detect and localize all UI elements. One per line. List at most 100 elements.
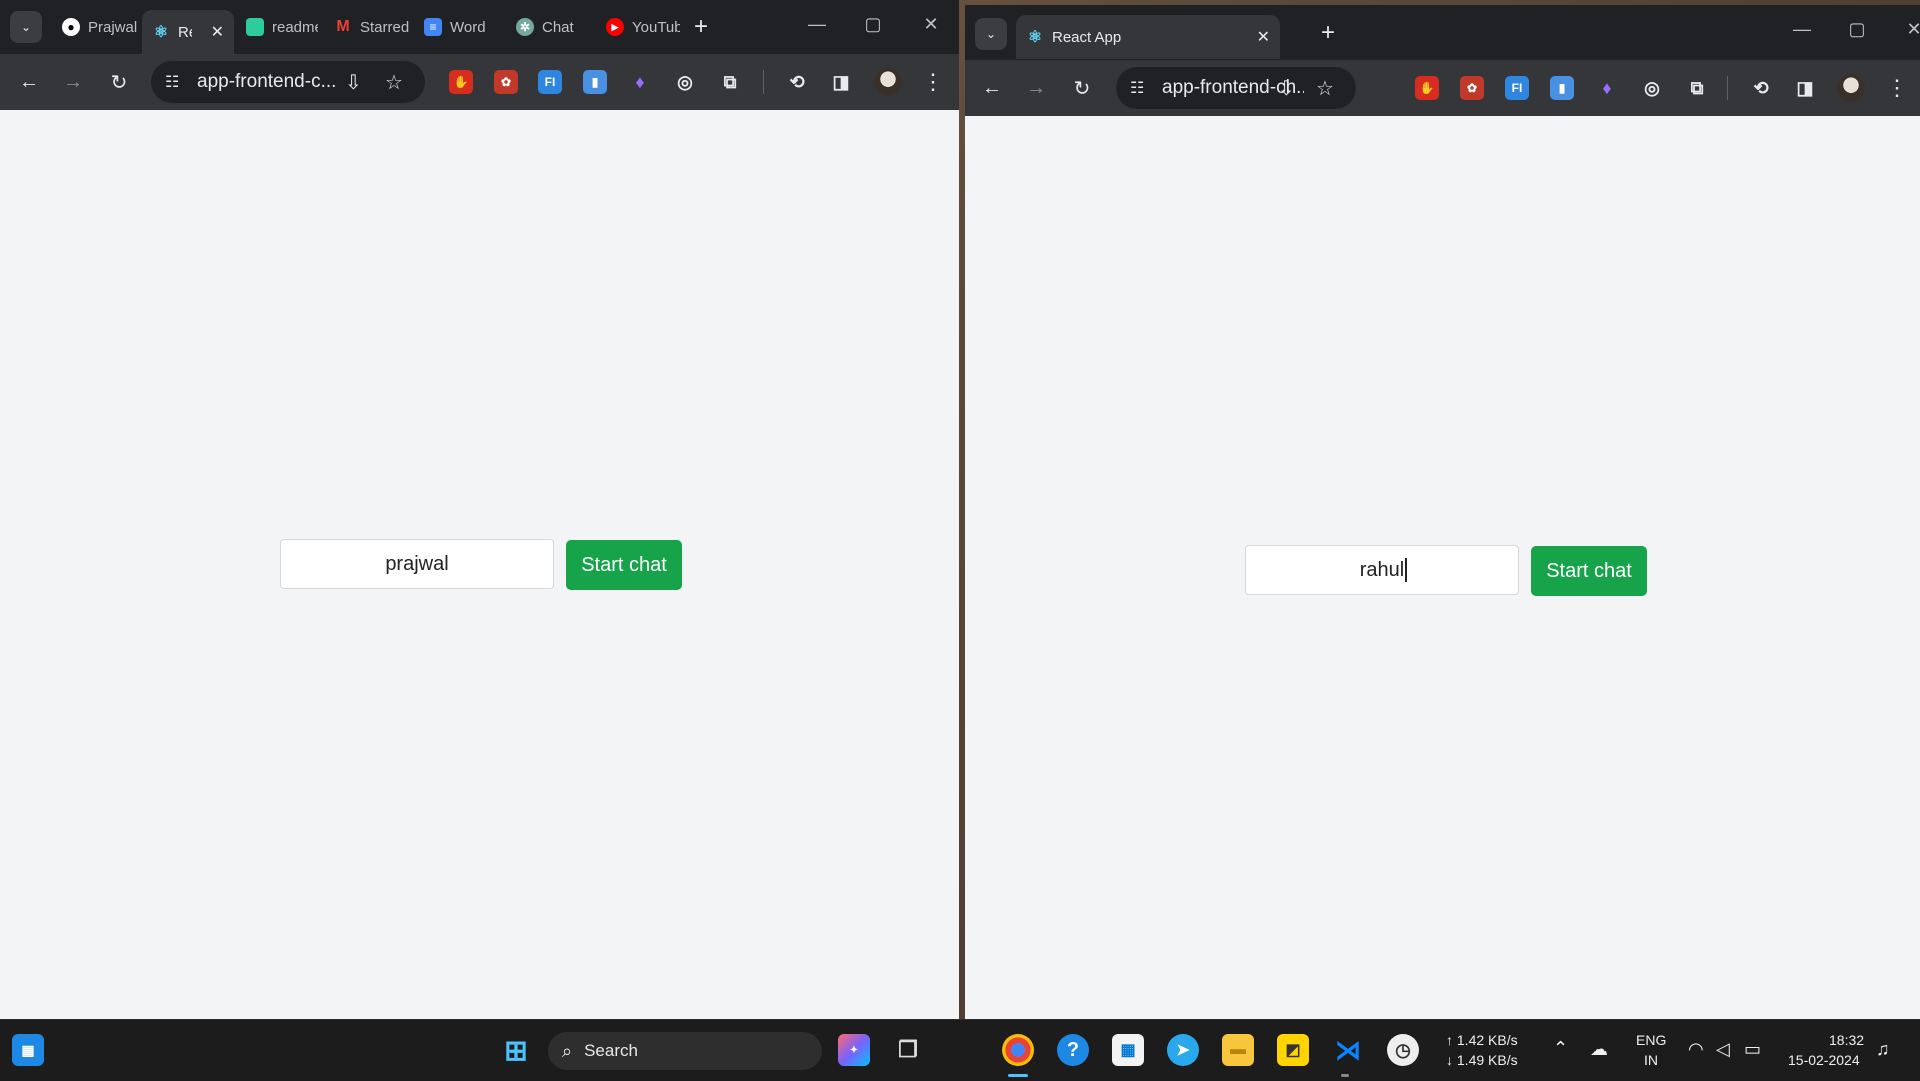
start-chat-button[interactable]: Start chat [1531, 546, 1647, 596]
forward-button[interactable]: → [60, 69, 86, 95]
extension-flame-icon[interactable]: ♦ [628, 70, 652, 94]
tab-label: readme [272, 18, 318, 36]
tab-chat[interactable]: ✲ Chat [506, 10, 590, 44]
taskbar-search-box[interactable]: ⌕ Search [548, 1032, 822, 1070]
github-icon: ● [62, 18, 80, 36]
chrome-icon[interactable] [1002, 1034, 1034, 1066]
tab-search-button[interactable]: ⌄ [975, 18, 1007, 50]
reload-button[interactable]: ↻ [1069, 75, 1095, 101]
battery-icon[interactable]: ▭ [1744, 1040, 1761, 1059]
site-info-icon[interactable]: ☷ [1130, 78, 1152, 98]
tab-react-app[interactable]: ⚛ React App ✕ [142, 10, 234, 54]
tab-youtube[interactable]: ▶ YouTube [596, 10, 680, 44]
extension-doc-icon[interactable]: ▮ [583, 70, 607, 94]
page-content: Start chat [0, 110, 959, 1019]
page-content: Start chat [965, 116, 1920, 1019]
notifications-bell-icon[interactable]: ♫ [1876, 1040, 1890, 1059]
react-icon: ⚛ [1027, 29, 1043, 46]
telegram-icon[interactable]: ➤ [1167, 1034, 1199, 1066]
tab-search-button[interactable]: ⌄ [10, 11, 42, 43]
network-upload-speed: ↑ 1.42 KB/s [1446, 1032, 1518, 1048]
profile-avatar[interactable] [1837, 74, 1865, 102]
tab-label: YouTube [632, 18, 680, 36]
browser-toolbar: ← → ↻ ☷ app-frontend-c... ⇩ ☆ ✋ ✿ FI ▮ ♦… [0, 54, 959, 110]
file-explorer-icon[interactable]: ▬ [1222, 1034, 1254, 1066]
language-indicator-bottom[interactable]: IN [1644, 1051, 1658, 1070]
search-icon: ⌕ [562, 1040, 573, 1061]
maximize-button[interactable]: ▢ [1837, 19, 1877, 40]
site-info-icon[interactable]: ☷ [165, 72, 187, 92]
browser-menu-icon[interactable]: ⋮ [1886, 75, 1908, 101]
help-icon[interactable]: ? [1057, 1034, 1089, 1066]
minimize-button[interactable]: — [1782, 19, 1822, 40]
sticky-notes-icon[interactable]: ◩ [1277, 1034, 1309, 1066]
back-button[interactable]: ← [16, 69, 42, 95]
side-panel-icon[interactable]: ◨ [1793, 76, 1817, 100]
back-button[interactable]: ← [979, 75, 1005, 101]
microsoft-store-icon[interactable]: ▦ [1112, 1034, 1144, 1066]
maximize-button[interactable]: ▢ [853, 14, 893, 35]
tab-strip: ⌄ ⚛ React App ✕ + — ▢ ✕ [965, 5, 1920, 59]
performance-icon[interactable]: ⟲ [785, 70, 809, 94]
close-window-button[interactable]: ✕ [1894, 19, 1920, 40]
start-chat-button[interactable]: Start chat [566, 540, 682, 590]
tab-gmail[interactable]: M Starred [324, 10, 410, 44]
profile-avatar[interactable] [874, 68, 902, 96]
new-tab-button[interactable]: + [694, 15, 708, 39]
address-bar[interactable]: ☷ app-frontend-c... ⇩ ☆ [151, 61, 425, 103]
start-windows-icon[interactable]: ⊞ [500, 1034, 532, 1066]
clock-time[interactable]: 18:32 [1829, 1031, 1864, 1050]
tab-readme[interactable]: readme [236, 10, 318, 44]
extensions-puzzle-icon[interactable]: ⧉ [1685, 76, 1709, 100]
bookmark-star-icon[interactable]: ☆ [1316, 76, 1334, 101]
tab-react-app[interactable]: ⚛ React App ✕ [1016, 15, 1280, 59]
browser-menu-icon[interactable]: ⋮ [922, 69, 944, 95]
docs-icon: ≡ [424, 18, 442, 36]
adblock-extension-icon[interactable]: ✋ [1415, 76, 1439, 100]
tab-docs[interactable]: ≡ Word [414, 10, 498, 44]
address-bar[interactable]: ☷ app-frontend-ch... ⇩ ☆ [1116, 67, 1356, 109]
copilot-icon[interactable]: ✦ [838, 1034, 870, 1066]
close-tab-icon[interactable]: ✕ [211, 22, 224, 42]
install-app-icon[interactable]: ⇩ [345, 70, 362, 95]
performance-icon[interactable]: ⟲ [1749, 76, 1773, 100]
extension-fi-icon[interactable]: FI [1505, 76, 1529, 100]
extension-target-icon[interactable]: ◎ [673, 70, 697, 94]
extension-fi-icon[interactable]: FI [538, 70, 562, 94]
clock-app-icon[interactable]: ◷ [1387, 1034, 1419, 1066]
volume-icon[interactable]: ◁ [1716, 1040, 1730, 1059]
clock-date[interactable]: 15-02-2024 [1788, 1051, 1860, 1070]
new-tab-button[interactable]: + [1321, 21, 1335, 45]
close-window-button[interactable]: ✕ [911, 14, 951, 35]
username-input[interactable] [280, 539, 554, 589]
forward-button[interactable]: → [1023, 75, 1049, 101]
install-app-icon[interactable]: ⇩ [1278, 76, 1295, 101]
task-view-icon[interactable]: ❐ [892, 1034, 924, 1066]
bookmark-star-icon[interactable]: ☆ [385, 70, 403, 95]
active-app-indicator [1008, 1074, 1028, 1077]
youtube-icon: ▶ [606, 18, 624, 36]
toolbar-divider [1727, 76, 1728, 100]
username-input[interactable] [1245, 545, 1519, 595]
close-tab-icon[interactable]: ✕ [1257, 27, 1270, 47]
onedrive-icon[interactable]: ☁ [1590, 1040, 1608, 1059]
tab-github[interactable]: ● Prajwal [52, 10, 144, 44]
vscode-icon[interactable]: ⋊ [1332, 1034, 1364, 1066]
browser-window-right: ⌄ ⚛ React App ✕ + — ▢ ✕ ← → ↻ ☷ app-fron… [965, 5, 1920, 1019]
extension-doc-icon[interactable]: ▮ [1550, 76, 1574, 100]
reload-button[interactable]: ↻ [106, 69, 132, 95]
adblock-extension-icon[interactable]: ✋ [449, 70, 473, 94]
wifi-icon[interactable]: ◠ [1688, 1040, 1704, 1059]
side-panel-icon[interactable]: ◨ [829, 70, 853, 94]
extension-red-icon[interactable]: ✿ [1460, 76, 1484, 100]
minimize-button[interactable]: — [797, 14, 837, 35]
language-indicator-top[interactable]: ENG [1636, 1031, 1666, 1050]
extensions-puzzle-icon[interactable]: ⧉ [718, 70, 742, 94]
running-app-indicator [1341, 1074, 1349, 1077]
extension-red-icon[interactable]: ✿ [494, 70, 518, 94]
widgets-icon[interactable]: ▦ [12, 1034, 44, 1066]
extension-flame-icon[interactable]: ♦ [1595, 76, 1619, 100]
extension-target-icon[interactable]: ◎ [1640, 76, 1664, 100]
network-download-speed: ↓ 1.49 KB/s [1446, 1052, 1518, 1068]
show-hidden-icons-chevron-icon[interactable]: ⌃ [1553, 1039, 1568, 1058]
